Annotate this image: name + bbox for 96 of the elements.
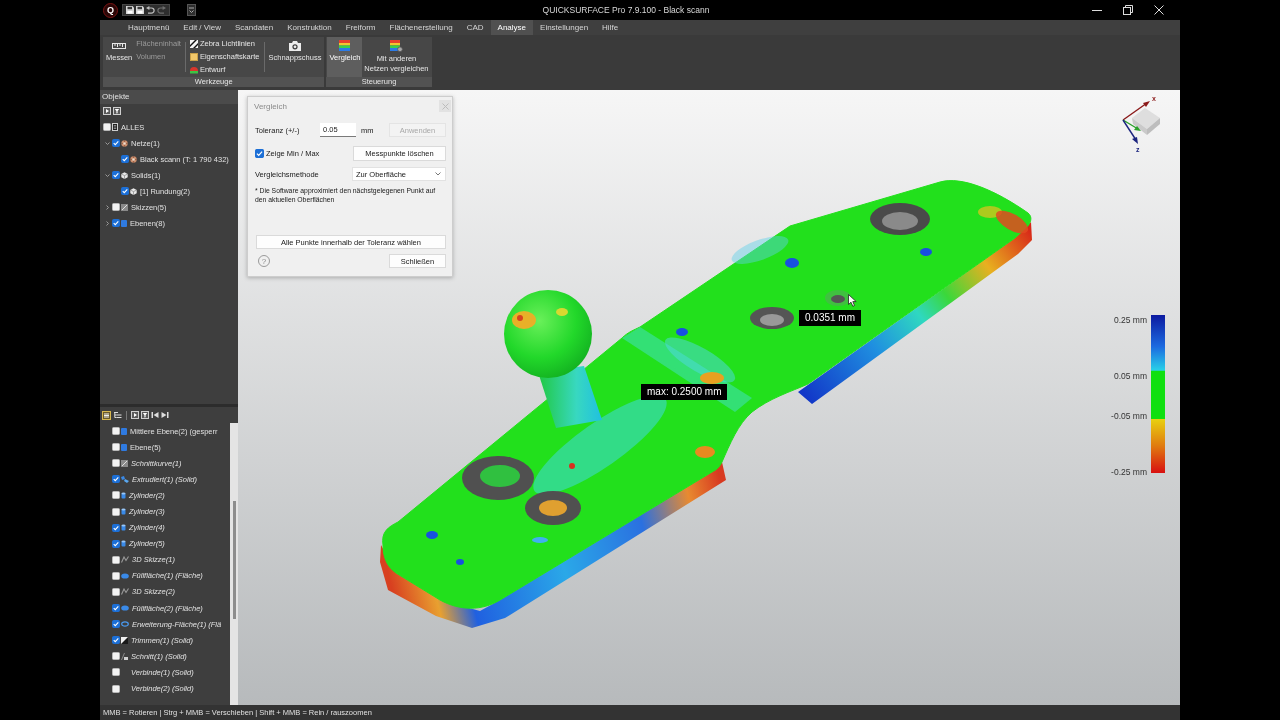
- chevron-right-icon[interactable]: [105, 220, 110, 226]
- checkbox[interactable]: [112, 555, 120, 564]
- dropdown-icon[interactable]: [187, 4, 196, 16]
- skip-forward-icon[interactable]: [161, 411, 169, 419]
- scrollbar[interactable]: [230, 423, 238, 705]
- viewport[interactable]: [238, 90, 1180, 705]
- chevron-down-icon[interactable]: [105, 172, 110, 178]
- checkbox[interactable]: [112, 219, 120, 227]
- checkbox[interactable]: [121, 187, 129, 195]
- extrude-icon: [121, 475, 129, 483]
- zebra-stripes-icon: [189, 39, 198, 48]
- close-icon[interactable]: [1154, 5, 1164, 15]
- save-icon[interactable]: [126, 6, 134, 14]
- checkbox[interactable]: [112, 443, 120, 452]
- legend-label: -0.05 mm: [1111, 411, 1147, 422]
- menu-tab[interactable]: CAD: [459, 20, 491, 35]
- plane-icon: [121, 219, 127, 227]
- swatch-icon: [189, 52, 198, 61]
- sketch-icon: [121, 459, 128, 467]
- surface-outline-icon: [121, 621, 129, 628]
- hemisphere-icon: [189, 65, 198, 74]
- caret-icon: [435, 172, 441, 176]
- app-logo: Q: [103, 2, 118, 18]
- cube-icon: [121, 171, 128, 179]
- sketch-icon: [121, 203, 128, 211]
- list-icon[interactable]: [102, 410, 111, 420]
- menu-tab[interactable]: Konstruktion: [280, 20, 339, 35]
- checkbox[interactable]: [112, 427, 120, 436]
- checkbox[interactable]: [112, 652, 120, 661]
- menu-tab[interactable]: Flächenerstellung: [382, 20, 460, 35]
- checkbox[interactable]: [112, 571, 120, 580]
- checkbox[interactable]: [112, 507, 120, 516]
- cube-icon: [130, 187, 137, 195]
- panel-header: Objekte: [100, 90, 238, 104]
- legend-label: -0.25 mm: [1111, 467, 1147, 478]
- checkbox[interactable]: [121, 155, 129, 163]
- checkbox[interactable]: [112, 620, 120, 629]
- window-title: QUICKSURFACE Pro 7.9.100 - Black scann: [541, 5, 711, 15]
- legend-label: 0.05 mm: [1113, 371, 1147, 382]
- checkbox[interactable]: [112, 668, 120, 677]
- checkbox[interactable]: [255, 148, 264, 158]
- sketch-icon: [121, 588, 129, 596]
- camera-icon: [289, 40, 301, 51]
- surface-icon: [121, 605, 129, 612]
- cylinder-icon: [121, 524, 126, 532]
- funnel-box-icon[interactable]: [113, 107, 121, 115]
- skip-back-icon[interactable]: [151, 411, 159, 419]
- trim-icon: [121, 636, 128, 644]
- checkbox[interactable]: [112, 139, 120, 147]
- undo-icon[interactable]: [146, 6, 155, 14]
- mesh-ball-icon: [130, 155, 137, 163]
- surface-icon: [121, 572, 129, 579]
- funnel-box-icon[interactable]: [141, 411, 149, 419]
- checkbox[interactable]: [112, 203, 120, 211]
- cylinder-icon: [121, 508, 126, 515]
- sketch-icon: [121, 556, 129, 564]
- chevron-down-icon[interactable]: [105, 140, 110, 146]
- document-icon: [112, 123, 118, 131]
- color-map-icon: [389, 40, 403, 52]
- ruler-icon: [112, 40, 127, 51]
- menu-tab[interactable]: Analyse: [490, 20, 534, 35]
- close-icon: [441, 102, 449, 110]
- arrow-box-icon[interactable]: [103, 107, 111, 115]
- checkbox[interactable]: [103, 123, 111, 131]
- menu-tab[interactable]: Freiform: [338, 20, 383, 35]
- checkbox[interactable]: [112, 636, 120, 645]
- menu-tab[interactable]: Hauptmenü: [121, 20, 177, 35]
- deviation-label: 0.0351 mm: [799, 310, 862, 326]
- save-icon[interactable]: [136, 6, 144, 14]
- mesh-ball-icon: [121, 139, 128, 147]
- menu-tab[interactable]: Edit / View: [176, 20, 228, 35]
- legend-label: 0.25 mm: [1113, 315, 1147, 326]
- checkbox[interactable]: [112, 459, 120, 468]
- dialog-title: Vergleich: [254, 101, 287, 111]
- menu-tab[interactable]: Hilfe: [595, 20, 626, 35]
- color-map-icon: [339, 40, 351, 51]
- deviation-label: max: 0.2500 mm: [641, 384, 728, 400]
- checkbox[interactable]: [112, 171, 120, 179]
- tree-view-icon[interactable]: [113, 410, 122, 420]
- restore-icon[interactable]: [1123, 5, 1133, 15]
- cylinder-icon: [121, 491, 126, 499]
- checkbox[interactable]: [112, 539, 120, 548]
- cursor-icon: [848, 294, 857, 307]
- checkbox[interactable]: [112, 588, 120, 596]
- menu-tab[interactable]: Einstellungen: [533, 20, 596, 35]
- cylinder-icon: [121, 540, 126, 548]
- cut-icon: [121, 652, 128, 660]
- checkbox[interactable]: [112, 475, 120, 484]
- chevron-right-icon[interactable]: [105, 204, 110, 210]
- menu-tab[interactable]: Scandaten: [228, 20, 281, 35]
- arrow-box-icon[interactable]: [131, 411, 139, 419]
- scrollbar-thumb[interactable]: [232, 501, 236, 619]
- checkbox[interactable]: [112, 523, 120, 532]
- checkbox[interactable]: [112, 491, 120, 500]
- checkbox[interactable]: [112, 684, 120, 693]
- checkbox[interactable]: [112, 604, 120, 613]
